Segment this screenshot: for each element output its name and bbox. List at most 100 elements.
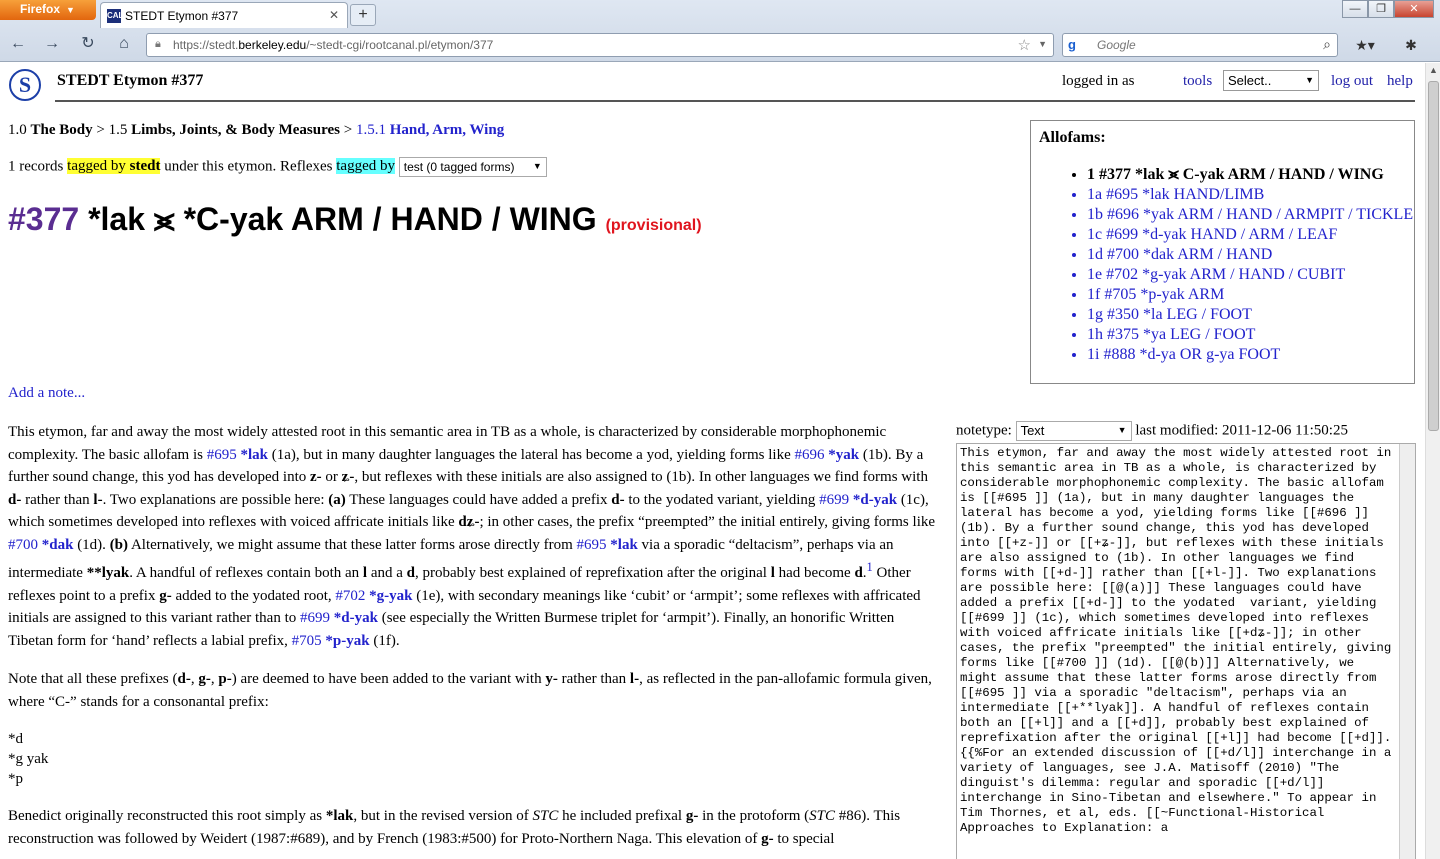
etymon-link[interactable]: #702 *g-yak (335, 588, 412, 604)
header-divider (55, 100, 1415, 102)
tools-link[interactable]: tools (1183, 73, 1212, 90)
etymon-link[interactable]: #695 *lak (207, 447, 268, 463)
chevron-down-icon: ▼ (1117, 425, 1127, 435)
scrollbar-thumb[interactable] (1428, 81, 1439, 431)
tab-stedt-etymon[interactable]: CAL STEDT Etymon #377 ✕ (100, 2, 348, 28)
notetype-row: notetype: Text ▼ last modified: 2011-12-0… (956, 421, 1348, 441)
logout-link[interactable]: log out (1331, 73, 1373, 90)
notetype-value: Text (1020, 423, 1045, 438)
search-icon[interactable]: ⌕ (1323, 36, 1331, 53)
page-title: STEDT Etymon #377 (57, 72, 204, 89)
logged-in-label: logged in as (1062, 73, 1135, 89)
favicon-icon: CAL (107, 9, 123, 23)
url-bar[interactable]: 🔒︎ https://stedt.berkeley.edu/~stedt-cgi… (146, 33, 1054, 57)
allofam-item[interactable]: 1f #705 *p-yak ARM (1087, 285, 1406, 305)
allofam-item[interactable]: 1b #696 *yak ARM / HAND / ARMPIT / TICKL… (1087, 205, 1413, 225)
formula-line: *p (8, 771, 23, 787)
etymon-link[interactable]: #700 *dak (8, 537, 73, 553)
add-note-link[interactable]: Add a note... (8, 385, 85, 402)
url-host: berkeley.edu (238, 38, 307, 52)
search-box[interactable]: g Google ⌕ (1062, 33, 1338, 57)
footnote-link[interactable]: 1 (867, 560, 873, 574)
search-placeholder: Google (1097, 38, 1136, 52)
page-scrollbar[interactable]: ▲ (1425, 63, 1440, 859)
scroll-up-icon[interactable]: ▲ (1429, 65, 1438, 75)
breadcrumb-num-1: 1.0 (8, 122, 27, 138)
formula-line: *d (8, 731, 23, 747)
allofams-list: 1 #377 *lak ⪤ C-yak ARM / HAND / WING 1a… (1087, 165, 1413, 365)
breadcrumb-item-2: Limbs, Joints, & Body Measures (131, 122, 340, 138)
etymon-link[interactable]: #695 *lak (577, 537, 638, 553)
allofam-item[interactable]: 1i #888 *d-ya OR g-ya FOOT (1087, 345, 1406, 365)
etymon-link[interactable]: #705 *p-yak (292, 633, 370, 649)
allofam-item: 1 #377 *lak ⪤ C-yak ARM / HAND / WING (1087, 165, 1406, 185)
etymon-form: *lak ⪤ *C-yak ARM / HAND / WING (88, 201, 597, 237)
note-source-textarea[interactable]: This etymon, far and away the most widel… (956, 443, 1416, 859)
forward-arrow-icon[interactable]: → (40, 33, 64, 55)
maximize-button[interactable]: ❐ (1368, 0, 1394, 18)
chevron-down-icon: ▼ (1305, 75, 1314, 85)
firefox-label: Firefox (20, 2, 61, 16)
etymon-notes: This etymon, far and away the most widel… (8, 421, 938, 859)
records-line: 1 records tagged by stedt under this ety… (8, 157, 547, 177)
etymon-number: #377 (8, 201, 80, 237)
tab-title: STEDT Etymon #377 (125, 9, 239, 23)
addon-icon[interactable]: ✱ (1394, 34, 1428, 56)
bookmark-star-icon[interactable]: ☆ (1018, 36, 1031, 54)
note-scrollbar[interactable] (1399, 444, 1415, 859)
allofam-item[interactable]: 1e #702 *g-yak ARM / HAND / CUBIT (1087, 265, 1406, 285)
reflex-tagged-by-label: tagged by (336, 158, 395, 175)
close-tab-icon[interactable]: ✕ (329, 8, 339, 22)
etymon-link[interactable]: #699 *d-yak (819, 492, 897, 508)
note-paragraph: This etymon, far and away the most widel… (8, 424, 936, 649)
browser-chrome: Firefox ▼ CAL STEDT Etymon #377 ✕ + — ❐ ✕… (0, 0, 1440, 62)
lock-icon: 🔒︎ (155, 38, 161, 50)
allofam-item[interactable]: 1d #700 *dak ARM / HAND (1087, 245, 1406, 265)
minimize-button[interactable]: — (1342, 0, 1368, 18)
etymon-heading: #377 *lak ⪤ *C-yak ARM / HAND / WING (pr… (8, 201, 702, 239)
breadcrumb-item-3[interactable]: Hand, Arm, Wing (390, 122, 504, 138)
tagger-name: stedt (129, 158, 161, 175)
allofam-item[interactable]: 1h #375 *ya LEG / FOOT (1087, 325, 1406, 345)
note-paragraph: Note that all these prefixes (d-, g-, p-… (8, 671, 932, 710)
breadcrumb: 1.0 The Body > 1.5 Limbs, Joints, & Body… (8, 122, 505, 138)
url-path: /~stedt-cgi/rootcanal.pl/etymon/377 (306, 38, 494, 52)
help-link[interactable]: help (1387, 73, 1413, 90)
allofam-item[interactable]: 1a #695 *lak HAND/LIMB (1087, 185, 1406, 205)
tag-select-value: test (0 tagged forms) (403, 160, 515, 174)
notetype-select[interactable]: Text ▼ (1015, 421, 1132, 441)
google-icon: g (1068, 37, 1076, 52)
chevron-down-icon: ▼ (532, 161, 542, 171)
formula-block: *d *g yak *p (8, 729, 938, 789)
tools-select-value: Select.. (1228, 73, 1272, 88)
stedt-logo[interactable]: S (9, 69, 41, 101)
etymon-link[interactable]: #696 *yak (794, 447, 859, 463)
tag-select[interactable]: test (0 tagged forms) ▼ (398, 157, 547, 177)
back-arrow-icon[interactable]: ← (6, 33, 30, 55)
allofam-item[interactable]: 1g #350 *la LEG / FOOT (1087, 305, 1406, 325)
reload-icon[interactable]: ↻ (76, 33, 100, 55)
note-source-text: This etymon, far and away the most widel… (960, 446, 1399, 835)
bookmarks-menu-icon[interactable]: ★▾ (1348, 34, 1382, 56)
allofams-panel: Allofams: 1 #377 *lak ⪤ C-yak ARM / HAND… (1030, 120, 1415, 384)
etymon-link[interactable]: #699 *d-yak (300, 610, 378, 626)
allofams-title: Allofams: (1039, 129, 1106, 146)
tools-select[interactable]: Select.. ▼ (1223, 70, 1319, 91)
note-paragraph: Benedict originally reconstructed this r… (8, 808, 901, 847)
url-prefix: https://stedt. (173, 38, 239, 52)
allofam-item[interactable]: 1c #699 *d-yak HAND / ARM / LEAF (1087, 225, 1406, 245)
page-content: S STEDT Etymon #377 logged in as tools S… (0, 63, 1425, 859)
home-icon[interactable]: ⌂ (112, 33, 136, 55)
records-count: 1 records (8, 158, 64, 175)
records-under-text: under this etymon. Reflexes (164, 158, 333, 175)
firefox-menu-button[interactable]: Firefox ▼ (0, 0, 96, 20)
window-close-button[interactable]: ✕ (1394, 0, 1434, 18)
url-dropdown-icon[interactable]: ▼ (1038, 39, 1047, 49)
etymon-status: (provisional) (605, 217, 702, 234)
breadcrumb-item-1: The Body (30, 122, 93, 138)
notetype-label: notetype: (956, 422, 1012, 439)
last-modified: last modified: 2011-12-06 11:50:25 (1135, 422, 1348, 439)
breadcrumb-num-3[interactable]: 1.5.1 (356, 122, 386, 138)
chevron-down-icon: ▼ (66, 5, 75, 15)
new-tab-button[interactable]: + (350, 4, 376, 26)
